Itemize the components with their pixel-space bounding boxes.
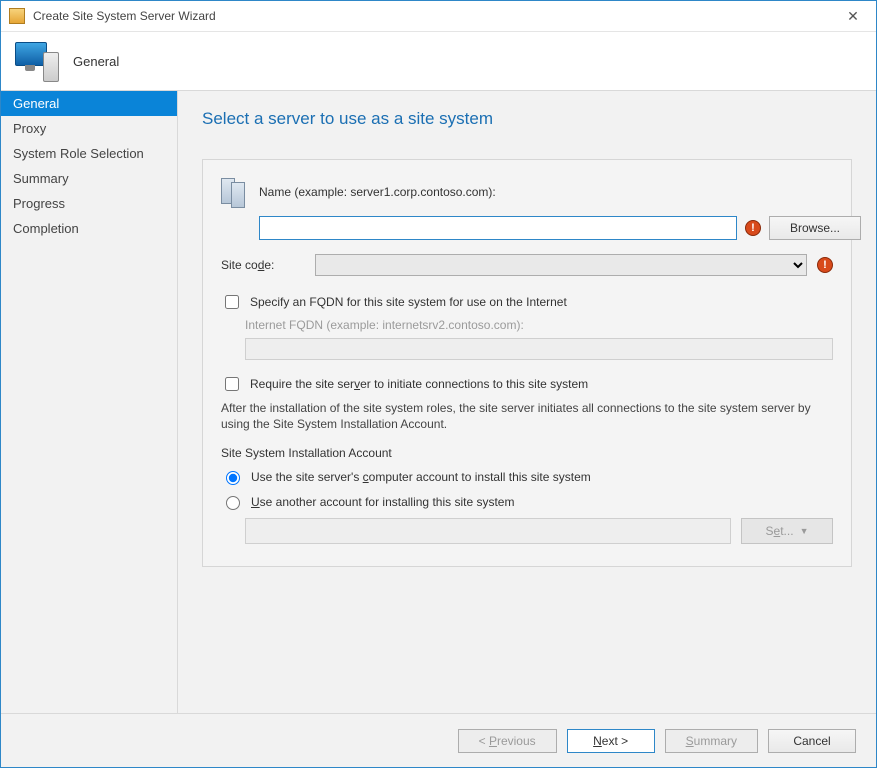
app-icon <box>9 8 25 24</box>
browse-button[interactable]: Browse... <box>769 216 861 240</box>
required-icon: ! <box>745 220 761 236</box>
server-small-icon <box>221 178 245 206</box>
fqdn-checkbox-label: Specify an FQDN for this site system for… <box>250 295 567 309</box>
radio-computer-row: Use the site server's computer account t… <box>221 468 833 485</box>
previous-button: < Previous <box>458 729 557 753</box>
body: General Proxy System Role Selection Summ… <box>1 91 876 713</box>
require-checkbox-label: Require the site server to initiate conn… <box>250 377 588 391</box>
sidebar-item-progress[interactable]: Progress <box>1 191 177 216</box>
window-title: Create Site System Server Wizard <box>33 9 838 23</box>
install-account-label: Site System Installation Account <box>221 446 833 460</box>
set-row: Set... ▼ <box>245 518 833 544</box>
wizard-window: Create Site System Server Wizard ✕ Gener… <box>0 0 877 768</box>
radio-computer-account[interactable] <box>226 471 240 485</box>
sidebar-item-proxy[interactable]: Proxy <box>1 116 177 141</box>
name-label: Name (example: server1.corp.contoso.com)… <box>259 185 496 199</box>
require-checkbox[interactable] <box>225 377 239 391</box>
set-label: Set... <box>766 524 794 538</box>
set-button: Set... ▼ <box>741 518 833 544</box>
radio-other-row: Use another account for installing this … <box>221 493 833 510</box>
sidebar-item-label: Completion <box>13 221 79 236</box>
radio-other-label: Use another account for installing this … <box>251 495 514 509</box>
required-icon: ! <box>817 257 833 273</box>
banner-title: General <box>73 54 119 69</box>
main: Select a server to use as a site system … <box>178 91 876 713</box>
close-button[interactable]: ✕ <box>838 1 868 31</box>
fqdn-checkbox[interactable] <box>225 295 239 309</box>
sitecode-label: Site code: <box>221 258 305 272</box>
page-heading: Select a server to use as a site system <box>202 109 852 129</box>
account-input <box>245 518 731 544</box>
sidebar-item-label: Proxy <box>13 121 46 136</box>
sidebar-item-label: System Role Selection <box>13 146 144 161</box>
server-icon <box>15 40 59 82</box>
fqdn-input <box>245 338 833 360</box>
summary-button: Summary <box>665 729 758 753</box>
form-panel: Name (example: server1.corp.contoso.com)… <box>202 159 852 567</box>
require-help-text: After the installation of the site syste… <box>221 400 833 432</box>
sidebar-item-label: General <box>13 96 59 111</box>
sidebar-item-label: Summary <box>13 171 69 186</box>
next-button[interactable]: Next > <box>567 729 655 753</box>
sitecode-row: Site code: ! <box>221 254 833 276</box>
sidebar-item-general[interactable]: General <box>1 91 177 116</box>
cancel-button[interactable]: Cancel <box>768 729 856 753</box>
sidebar-item-completion[interactable]: Completion <box>1 216 177 241</box>
name-input[interactable] <box>259 216 737 240</box>
fqdn-checkbox-row: Specify an FQDN for this site system for… <box>221 292 833 312</box>
sidebar-item-label: Progress <box>13 196 65 211</box>
fqdn-hint: Internet FQDN (example: internetsrv2.con… <box>245 318 833 332</box>
browse-label: Browse... <box>790 221 840 235</box>
require-checkbox-row: Require the site server to initiate conn… <box>221 374 833 394</box>
name-input-row: ! Browse... <box>259 216 833 240</box>
close-icon: ✕ <box>847 8 859 25</box>
name-row: Name (example: server1.corp.contoso.com)… <box>221 178 833 206</box>
sitecode-select[interactable] <box>315 254 807 276</box>
radio-computer-label: Use the site server's computer account t… <box>251 470 591 484</box>
radio-other-account[interactable] <box>226 496 240 510</box>
cancel-label: Cancel <box>793 734 830 748</box>
footer: < Previous Next > Summary Cancel <box>1 713 876 767</box>
chevron-down-icon: ▼ <box>800 526 809 536</box>
sidebar-item-summary[interactable]: Summary <box>1 166 177 191</box>
sidebar-item-system-role[interactable]: System Role Selection <box>1 141 177 166</box>
titlebar: Create Site System Server Wizard ✕ <box>1 1 876 32</box>
sidebar: General Proxy System Role Selection Summ… <box>1 91 178 713</box>
banner: General <box>1 32 876 91</box>
